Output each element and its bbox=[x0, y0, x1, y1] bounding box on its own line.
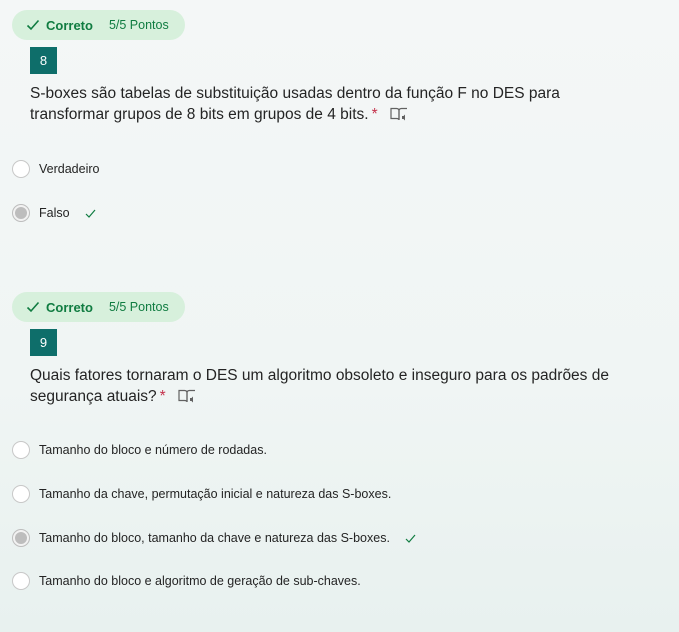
option-label: Tamanho do bloco e número de rodadas. bbox=[39, 443, 267, 457]
checkmark-icon bbox=[26, 301, 40, 313]
question-number: 8 bbox=[30, 47, 57, 74]
required-mark: * bbox=[371, 106, 378, 123]
option-label: Tamanho do bloco e algoritmo de geração … bbox=[39, 574, 361, 588]
immersive-reader-icon[interactable] bbox=[390, 106, 408, 122]
radio-button-selected[interactable] bbox=[12, 204, 30, 222]
result-badge: Correto 5/5 Pontos bbox=[12, 292, 185, 322]
answer-option[interactable]: Tamanho da chave, permutação inicial e n… bbox=[12, 483, 391, 505]
checkmark-icon bbox=[405, 534, 416, 543]
radio-button[interactable] bbox=[12, 441, 30, 459]
result-status: Correto bbox=[46, 299, 93, 315]
question-text-content: S-boxes são tabelas de substituição usad… bbox=[30, 85, 560, 123]
answer-option[interactable]: Verdadeiro bbox=[12, 158, 99, 180]
answer-option[interactable]: Tamanho do bloco e algoritmo de geração … bbox=[12, 570, 361, 592]
option-label: Falso bbox=[39, 206, 70, 220]
option-label: Verdadeiro bbox=[39, 162, 100, 176]
option-label: Tamanho do bloco, tamanho da chave e nat… bbox=[39, 531, 390, 545]
radio-button[interactable] bbox=[12, 572, 30, 590]
answer-option[interactable]: Tamanho do bloco e número de rodadas. bbox=[12, 439, 267, 461]
checkmark-icon bbox=[85, 209, 96, 218]
option-label: Tamanho da chave, permutação inicial e n… bbox=[39, 487, 392, 501]
question-text: S-boxes são tabelas de substituição usad… bbox=[30, 83, 640, 125]
result-status: Correto bbox=[46, 17, 93, 33]
checkmark-icon bbox=[26, 19, 40, 31]
result-points: 5/5 Pontos bbox=[108, 18, 169, 32]
answer-option[interactable]: Falso bbox=[12, 202, 96, 224]
result-points: 5/5 Pontos bbox=[108, 300, 169, 314]
radio-button-selected[interactable] bbox=[12, 529, 30, 547]
answer-option[interactable]: Tamanho do bloco, tamanho da chave e nat… bbox=[12, 527, 416, 549]
radio-button[interactable] bbox=[12, 485, 30, 503]
question-text-content: Quais fatores tornaram o DES um algoritm… bbox=[30, 367, 609, 405]
question-number: 9 bbox=[30, 329, 57, 356]
radio-button[interactable] bbox=[12, 160, 30, 178]
required-mark: * bbox=[159, 388, 166, 405]
immersive-reader-icon[interactable] bbox=[178, 388, 196, 404]
result-badge: Correto 5/5 Pontos bbox=[12, 10, 185, 40]
question-text: Quais fatores tornaram o DES um algoritm… bbox=[30, 365, 640, 407]
